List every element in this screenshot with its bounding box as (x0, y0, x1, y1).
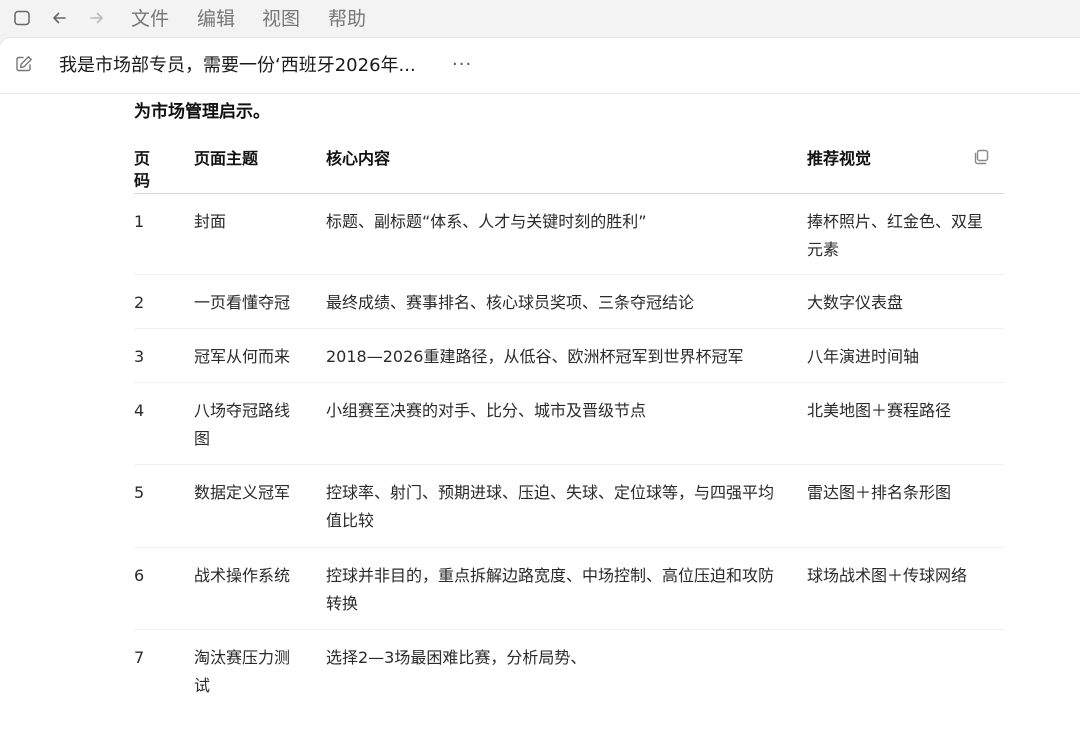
cell-core: 选择2—3场最困难比赛，分析局势、 (326, 648, 587, 667)
cell-visual: 八年演进时间轴 (807, 347, 920, 366)
cell-core: 2018—2026重建路径，从低谷、欧洲杯冠军到世界杯冠军 (326, 347, 744, 366)
cell-page-no: 5 (134, 483, 145, 502)
cell-page-no: 6 (134, 566, 145, 585)
back-arrow-icon[interactable] (47, 6, 71, 30)
table-row: 1 封面 标题、副标题“体系、人才与关键时刻的胜利” 捧杯照片、红金色、双星元素 (134, 194, 1004, 275)
more-options-button[interactable]: ··· (452, 54, 472, 76)
cell-page-no: 2 (134, 293, 145, 312)
cell-visual: 球场战术图＋传球网络 (807, 566, 968, 585)
cell-topic: 八场夺冠路线图 (194, 401, 291, 448)
menu-edit[interactable]: 编辑 (197, 7, 235, 31)
header-page-no: 页码 (134, 149, 151, 190)
menu-bar: 文件 编辑 视图 帮助 (0, 0, 1080, 38)
main-panel: 我是市场部专员，需要一份‘西班牙2026年... ··· 为市场管理启示。 页码… (0, 38, 1080, 748)
cell-topic: 淘汰赛压力测试 (194, 648, 291, 695)
intro-text: 为市场管理启示。 (134, 102, 270, 122)
table-row: 7 淘汰赛压力测试 选择2—3场最困难比赛，分析局势、 (134, 630, 1004, 710)
edit-icon[interactable] (14, 54, 36, 76)
content-table: 页码 页面主题 核心内容 推荐视觉 1 封面 标题、副标题“体系、人才与关键时刻… (134, 140, 1004, 710)
cell-core: 标题、副标题“体系、人才与关键时刻的胜利” (326, 212, 647, 231)
cell-page-no: 1 (134, 212, 145, 231)
cell-topic: 一页看懂夺冠 (194, 293, 291, 312)
menu-file[interactable]: 文件 (131, 7, 169, 31)
table-header: 页码 页面主题 核心内容 推荐视觉 (134, 140, 1004, 194)
cell-page-no: 7 (134, 648, 145, 667)
cell-visual: 捧杯照片、红金色、双星元素 (807, 212, 984, 259)
cell-topic: 冠军从何而来 (194, 347, 291, 366)
cell-core: 小组赛至决赛的对手、比分、城市及晋级节点 (326, 401, 647, 420)
table-row: 6 战术操作系统 控球并非目的，重点拆解边路宽度、中场控制、高位压迫和攻防转换 … (134, 548, 1004, 630)
cell-page-no: 4 (134, 401, 145, 420)
table-row: 2 一页看懂夺冠 最终成绩、赛事排名、核心球员奖项、三条夺冠结论 大数字仪表盘 (134, 275, 1004, 329)
header-visual: 推荐视觉 (807, 149, 872, 168)
table-row: 4 八场夺冠路线图 小组赛至决赛的对手、比分、城市及晋级节点 北美地图＋赛程路径 (134, 383, 1004, 465)
cell-page-no: 3 (134, 347, 145, 366)
copy-icon[interactable] (972, 148, 992, 168)
cell-core: 最终成绩、赛事排名、核心球员奖项、三条夺冠结论 (326, 293, 695, 312)
cell-topic: 数据定义冠军 (194, 483, 291, 502)
cell-visual: 雷达图＋排名条形图 (807, 483, 952, 502)
forward-arrow-icon[interactable] (85, 6, 109, 30)
header-topic: 页面主题 (194, 149, 259, 168)
header-core: 核心内容 (326, 149, 391, 168)
cell-visual: 北美地图＋赛程路径 (807, 401, 952, 420)
conversation-title[interactable]: 我是市场部专员，需要一份‘西班牙2026年... (59, 54, 416, 78)
menu-help[interactable]: 帮助 (328, 7, 366, 31)
cell-visual: 大数字仪表盘 (807, 293, 904, 312)
sidebar-toggle-icon[interactable] (10, 6, 34, 30)
conversation-header: 我是市场部专员，需要一份‘西班牙2026年... ··· (0, 38, 1080, 94)
table-row: 3 冠军从何而来 2018—2026重建路径，从低谷、欧洲杯冠军到世界杯冠军 八… (134, 329, 1004, 383)
cell-topic: 战术操作系统 (194, 566, 291, 585)
cell-topic: 封面 (194, 212, 227, 231)
cell-core: 控球并非目的，重点拆解边路宽度、中场控制、高位压迫和攻防转换 (326, 566, 775, 613)
menu-view[interactable]: 视图 (262, 7, 300, 31)
table-row: 5 数据定义冠军 控球率、射门、预期进球、压迫、失球、定位球等，与四强平均值比较… (134, 465, 1004, 548)
cell-core: 控球率、射门、预期进球、压迫、失球、定位球等，与四强平均值比较 (326, 483, 775, 530)
